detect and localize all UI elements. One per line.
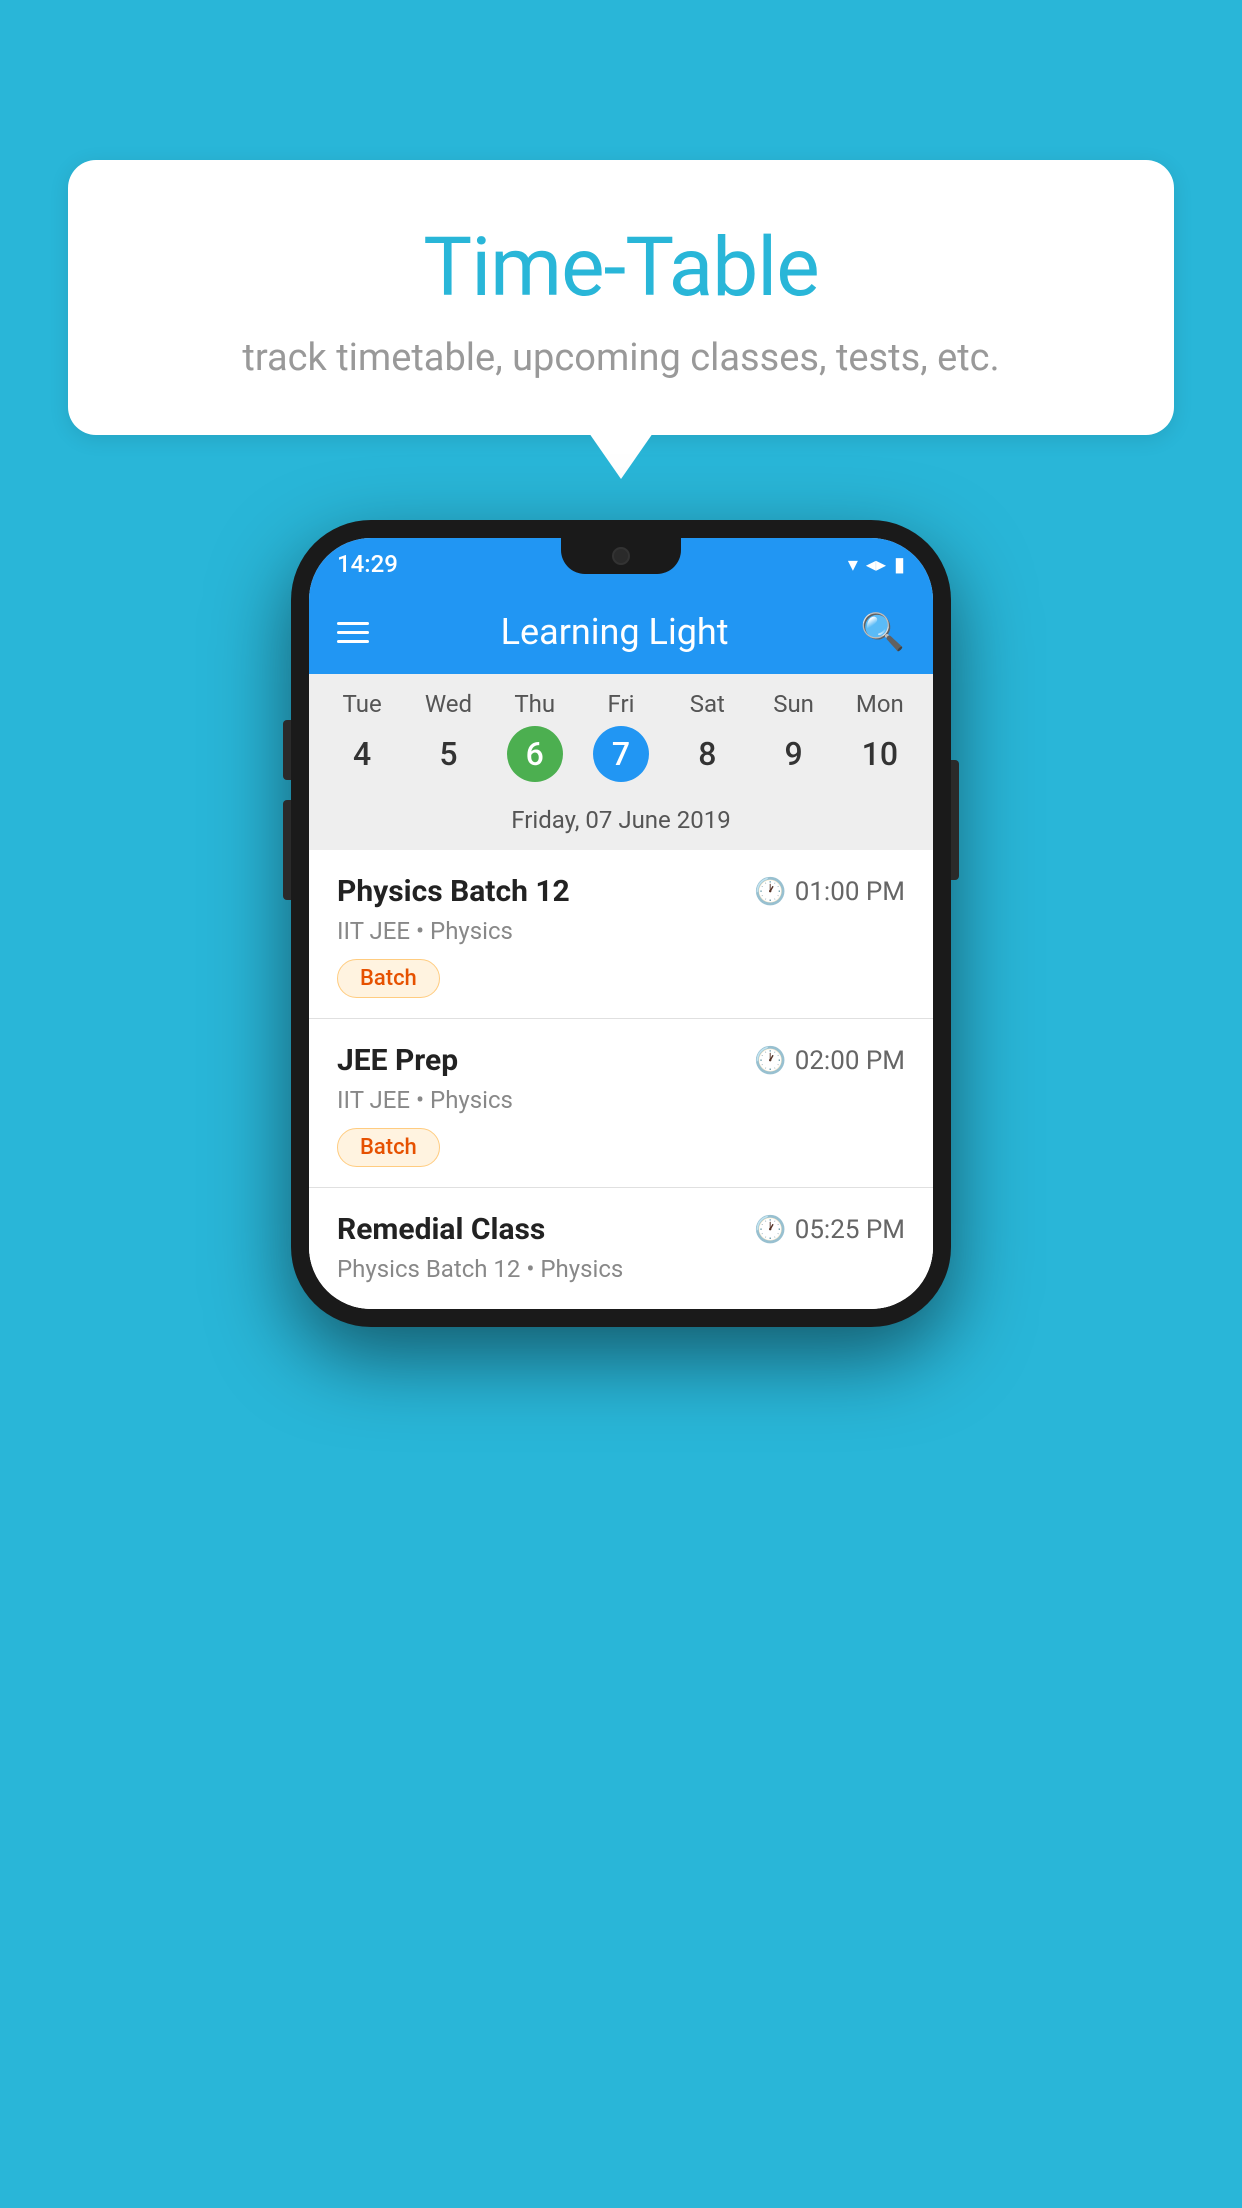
date-7: 7 bbox=[593, 726, 649, 782]
phone-button-volume-down bbox=[283, 800, 291, 900]
clock-icon-2: 🕐 bbox=[754, 1046, 786, 1076]
signal-icon: ◂▸ bbox=[866, 552, 886, 576]
date-cell-8[interactable]: 8 bbox=[664, 726, 750, 782]
class-meta-1: IIT JEE • Physics bbox=[337, 917, 905, 945]
date-8: 8 bbox=[679, 726, 735, 782]
phone-screen: 14:29 ▾ ◂▸ ▮ Learning Light 🔍 bbox=[309, 538, 933, 1309]
status-icons: ▾ ◂▸ ▮ bbox=[848, 552, 905, 576]
days-header: Tue Wed Thu Fri Sat Sun Mon bbox=[309, 674, 933, 718]
date-cell-10[interactable]: 10 bbox=[837, 726, 923, 782]
phone-button-volume-up bbox=[283, 720, 291, 780]
day-wed: Wed bbox=[405, 690, 491, 718]
app-bar-title: Learning Light bbox=[501, 611, 729, 653]
class-time-1: 🕐 01:00 PM bbox=[754, 877, 905, 907]
class-meta-2: IIT JEE • Physics bbox=[337, 1086, 905, 1114]
day-fri: Fri bbox=[578, 690, 664, 718]
date-cell-7[interactable]: 7 bbox=[578, 726, 664, 782]
class-time-text-1: 01:00 PM bbox=[795, 877, 905, 907]
class-item-remedial[interactable]: Remedial Class 🕐 05:25 PM Physics Batch … bbox=[309, 1188, 933, 1309]
phone-notch bbox=[561, 538, 681, 574]
date-6: 6 bbox=[507, 726, 563, 782]
day-sun: Sun bbox=[750, 690, 836, 718]
battery-icon: ▮ bbox=[894, 552, 905, 576]
speech-bubble-container: Time-Table track timetable, upcoming cla… bbox=[68, 160, 1174, 435]
day-mon: Mon bbox=[837, 690, 923, 718]
phone-button-power bbox=[951, 760, 959, 880]
date-cell-5[interactable]: 5 bbox=[405, 726, 491, 782]
class-list: Physics Batch 12 🕐 01:00 PM IIT JEE • Ph… bbox=[309, 850, 933, 1309]
class-item-jee-prep[interactable]: JEE Prep 🕐 02:00 PM IIT JEE • Physics Ba… bbox=[309, 1019, 933, 1188]
menu-icon[interactable] bbox=[337, 622, 369, 643]
calendar-strip: Tue Wed Thu Fri Sat Sun Mon 4 5 bbox=[309, 674, 933, 850]
date-cell-9[interactable]: 9 bbox=[750, 726, 836, 782]
class-item-header-2: JEE Prep 🕐 02:00 PM bbox=[337, 1043, 905, 1078]
class-name-2: JEE Prep bbox=[337, 1043, 458, 1078]
class-time-text-2: 02:00 PM bbox=[795, 1046, 905, 1076]
class-item-physics-batch[interactable]: Physics Batch 12 🕐 01:00 PM IIT JEE • Ph… bbox=[309, 850, 933, 1019]
speech-bubble: Time-Table track timetable, upcoming cla… bbox=[68, 160, 1174, 435]
dates-row: 4 5 6 7 8 9 bbox=[309, 718, 933, 798]
class-time-2: 🕐 02:00 PM bbox=[754, 1046, 905, 1076]
batch-badge-2: Batch bbox=[337, 1128, 440, 1167]
class-meta-3: Physics Batch 12 • Physics bbox=[337, 1255, 905, 1283]
bubble-title: Time-Table bbox=[118, 220, 1124, 316]
day-thu: Thu bbox=[492, 690, 578, 718]
phone-camera bbox=[612, 547, 630, 565]
hamburger-line-3 bbox=[337, 640, 369, 643]
bubble-subtitle: track timetable, upcoming classes, tests… bbox=[118, 336, 1124, 380]
status-time: 14:29 bbox=[337, 550, 398, 578]
hamburger-line-2 bbox=[337, 631, 369, 634]
class-name-1: Physics Batch 12 bbox=[337, 874, 570, 909]
app-bar: Learning Light 🔍 bbox=[309, 590, 933, 674]
clock-icon-1: 🕐 bbox=[754, 877, 786, 907]
class-item-header-3: Remedial Class 🕐 05:25 PM bbox=[337, 1212, 905, 1247]
date-5: 5 bbox=[420, 726, 476, 782]
date-9: 9 bbox=[766, 726, 822, 782]
selected-date-label: Friday, 07 June 2019 bbox=[309, 798, 933, 850]
class-name-3: Remedial Class bbox=[337, 1212, 545, 1247]
phone-mockup: 14:29 ▾ ◂▸ ▮ Learning Light 🔍 bbox=[291, 520, 951, 1327]
date-10: 10 bbox=[852, 726, 908, 782]
clock-icon-3: 🕐 bbox=[754, 1215, 786, 1245]
hamburger-line-1 bbox=[337, 622, 369, 625]
date-cell-4[interactable]: 4 bbox=[319, 726, 405, 782]
day-tue: Tue bbox=[319, 690, 405, 718]
wifi-icon: ▾ bbox=[848, 552, 858, 576]
day-sat: Sat bbox=[664, 690, 750, 718]
date-cell-6[interactable]: 6 bbox=[492, 726, 578, 782]
class-time-text-3: 05:25 PM bbox=[795, 1215, 905, 1245]
phone-outer: 14:29 ▾ ◂▸ ▮ Learning Light 🔍 bbox=[291, 520, 951, 1327]
date-4: 4 bbox=[334, 726, 390, 782]
batch-badge-1: Batch bbox=[337, 959, 440, 998]
class-item-header-1: Physics Batch 12 🕐 01:00 PM bbox=[337, 874, 905, 909]
search-button[interactable]: 🔍 bbox=[860, 611, 905, 653]
class-time-3: 🕐 05:25 PM bbox=[754, 1215, 905, 1245]
